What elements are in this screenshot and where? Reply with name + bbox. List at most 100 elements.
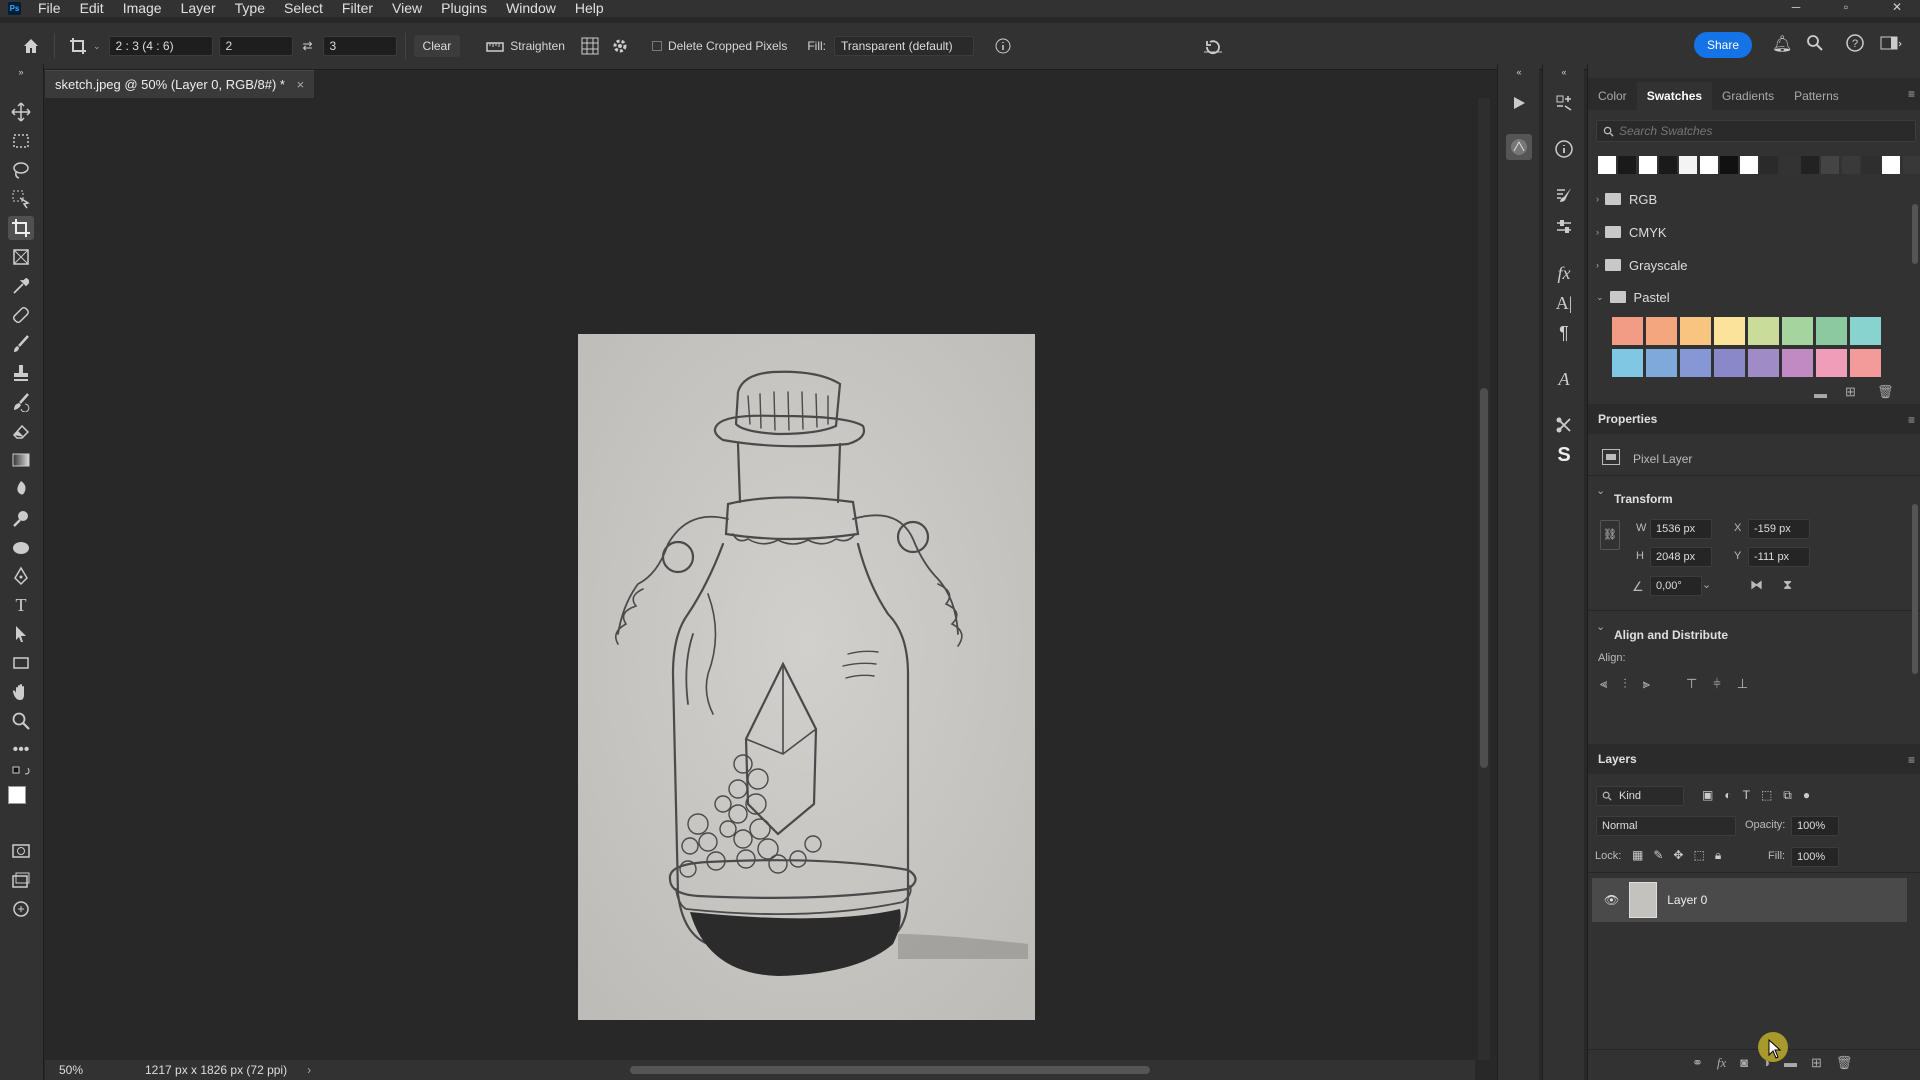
chevron-down-icon[interactable]: ⌄ — [1702, 578, 1711, 591]
menu-file[interactable]: File — [29, 0, 71, 17]
swatch-folder-grayscale[interactable]: › Grayscale — [1596, 254, 1688, 276]
recent-swatch[interactable] — [1618, 156, 1637, 174]
share-button[interactable]: Share — [1694, 32, 1752, 58]
opacity-input[interactable]: 100% — [1791, 816, 1839, 836]
pastel-swatch[interactable] — [1714, 349, 1745, 377]
rectangle-tool-icon[interactable] — [8, 651, 34, 675]
gradient-tool-icon[interactable] — [8, 448, 34, 472]
close-tab-icon[interactable]: × — [297, 77, 305, 92]
collapse-strip-icon[interactable]: « — [1551, 66, 1577, 78]
menu-window[interactable]: Window — [497, 0, 566, 17]
pastel-swatch[interactable] — [1748, 317, 1779, 345]
pen-tool-icon[interactable] — [8, 564, 34, 588]
recent-swatch[interactable] — [1861, 156, 1880, 174]
zoom-tool-icon[interactable] — [8, 709, 34, 733]
swap-dimensions-icon[interactable]: ⇄ — [293, 31, 323, 61]
crop-ratio-select[interactable]: 2 : 3 (4 : 6) — [108, 36, 213, 56]
status-chevron-icon[interactable]: › — [307, 1063, 311, 1077]
crop-width-input[interactable]: 2 — [218, 36, 293, 56]
chevron-down-icon[interactable]: ⌄ — [1596, 620, 1605, 633]
layer-row[interactable]: 👁︎ Layer 0 — [1592, 878, 1907, 922]
healing-brush-tool-icon[interactable] — [8, 303, 34, 327]
link-layers-icon[interactable]: ⚭ — [1692, 1055, 1703, 1071]
layer-kind-filter[interactable]: Kind — [1596, 786, 1684, 806]
eraser-tool-icon[interactable] — [8, 419, 34, 443]
recent-swatch[interactable] — [1801, 156, 1819, 174]
tab-patterns[interactable]: Patterns — [1784, 82, 1849, 110]
new-group-folder-icon[interactable]: ▬ — [1814, 386, 1827, 401]
swatches-search[interactable] — [1596, 120, 1916, 142]
recent-swatch[interactable] — [1679, 156, 1698, 174]
lock-image-pixels-icon[interactable]: ✎ — [1653, 848, 1663, 863]
new-layer-icon[interactable]: ⊞ — [1811, 1055, 1822, 1071]
document-tab[interactable]: sketch.jpeg @ 50% (Layer 0, RGB/8#) * × — [45, 70, 315, 98]
recent-swatch[interactable] — [1780, 156, 1799, 174]
filter-type-icon[interactable]: T — [1743, 788, 1750, 803]
pastel-swatch[interactable] — [1850, 349, 1881, 377]
search-swatches-input[interactable] — [1619, 123, 1909, 139]
menu-type[interactable]: Type — [226, 0, 275, 17]
swatch-folder-pastel[interactable]: ⌄ Pastel — [1596, 286, 1670, 308]
zoom-level[interactable]: 50% — [59, 1063, 129, 1077]
angle-input[interactable]: 0,00° — [1650, 576, 1702, 596]
play-actions-icon[interactable] — [1506, 90, 1532, 116]
width-input[interactable]: 1536 px — [1650, 519, 1712, 539]
recent-swatch[interactable] — [1719, 156, 1738, 174]
fill-input[interactable]: 100% — [1791, 847, 1839, 867]
layer-style-fx-icon[interactable]: fx — [1717, 1055, 1726, 1071]
straighten-icon[interactable] — [480, 31, 510, 61]
pastel-swatch[interactable] — [1612, 349, 1643, 377]
menu-view[interactable]: View — [383, 0, 432, 17]
tab-swatches[interactable]: Swatches — [1636, 82, 1713, 110]
vertical-scrollbar[interactable] — [1478, 98, 1490, 1060]
tab-gradients[interactable]: Gradients — [1712, 82, 1784, 110]
default-colors-icon[interactable] — [8, 766, 34, 783]
pastel-swatch[interactable] — [1646, 349, 1677, 377]
tool-presets-icon[interactable] — [1551, 412, 1577, 438]
y-input[interactable]: -111 px — [1748, 547, 1810, 567]
info-panel-icon[interactable] — [1551, 136, 1577, 162]
edit-toolbar-icon[interactable] — [8, 897, 34, 921]
grid-overlay-icon[interactable] — [575, 31, 605, 61]
filter-adjustment-icon[interactable]: ◐ — [1724, 788, 1731, 803]
properties-scrollbar[interactable] — [1912, 504, 1918, 674]
swatch-folder-rgb[interactable]: › RGB — [1596, 188, 1657, 210]
foreground-color-swatch[interactable] — [8, 786, 26, 804]
clear-button[interactable]: Clear — [413, 35, 461, 57]
paragraph-panel-icon[interactable]: ¶ — [1551, 320, 1577, 346]
collapse-strip-icon[interactable]: « — [1506, 66, 1532, 78]
eye-visibility-icon[interactable]: 👁︎ — [1604, 893, 1619, 907]
menu-image[interactable]: Image — [114, 0, 172, 17]
glyphs-panel-icon[interactable]: A — [1551, 366, 1577, 392]
pastel-swatch[interactable] — [1782, 317, 1813, 345]
lock-artboard-icon[interactable]: ⬚ — [1693, 848, 1704, 863]
align-distribute-title[interactable]: Align and Distribute — [1614, 628, 1728, 642]
flip-vertical-icon[interactable]: ⧗ — [1783, 577, 1792, 593]
pastel-swatch[interactable] — [1816, 317, 1847, 345]
add-mask-icon[interactable]: ◙ — [1740, 1055, 1748, 1071]
collapse-toolbar-icon[interactable]: » — [8, 66, 34, 78]
plugin-thumbnail-icon[interactable] — [1506, 134, 1532, 160]
height-input[interactable]: 2048 px — [1650, 547, 1712, 567]
menu-layer[interactable]: Layer — [172, 0, 226, 17]
pastel-swatch[interactable] — [1714, 317, 1745, 345]
type-tool-icon[interactable]: T — [8, 593, 34, 617]
marquee-tool-icon[interactable] — [8, 129, 34, 153]
align-top-icon[interactable]: ⊤ — [1686, 676, 1697, 692]
panel-menu-icon[interactable]: ≡ — [1908, 87, 1915, 101]
lock-transparency-icon[interactable]: ▦ — [1632, 848, 1643, 863]
crop-height-input[interactable]: 3 — [322, 36, 397, 56]
pastel-swatch[interactable] — [1646, 317, 1677, 345]
menu-help[interactable]: Help — [566, 0, 614, 17]
canvas-area[interactable] — [45, 98, 1475, 1060]
home-icon[interactable] — [16, 31, 46, 61]
recent-swatch[interactable] — [1841, 156, 1860, 174]
quick-mask-icon[interactable] — [8, 839, 34, 863]
crop-tool-preset-icon[interactable] — [63, 31, 93, 61]
tab-color[interactable]: Color — [1588, 82, 1637, 110]
brush-tool-icon[interactable] — [8, 332, 34, 356]
chevron-down-icon[interactable]: ⌄ — [1596, 484, 1605, 497]
pastel-swatch[interactable] — [1680, 349, 1711, 377]
help-icon[interactable]: ? — [1846, 34, 1864, 57]
transform-title[interactable]: Transform — [1614, 492, 1673, 506]
